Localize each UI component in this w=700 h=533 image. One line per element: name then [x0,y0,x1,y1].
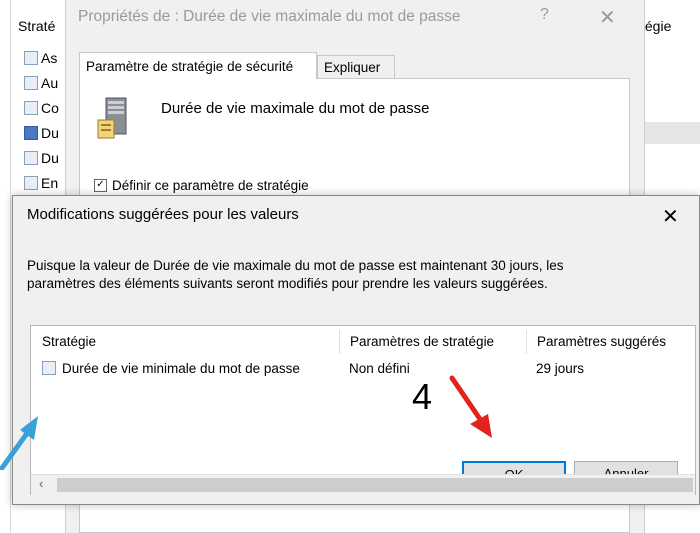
column-header-suggested-setting[interactable]: Paramètres suggérés [526,326,695,356]
policy-icon [24,51,38,65]
message-line: Puisque la valeur de Durée de vie maxima… [27,258,564,273]
background-policy-label: Co [41,100,59,116]
help-button[interactable]: ? [540,6,549,24]
server-icon [97,97,127,139]
policy-icon [24,151,38,165]
background-policy-label: Au [41,75,59,91]
blue-arrow-icon [0,416,38,470]
background-column-header-setting[interactable]: tégie [641,18,671,34]
checkbox-checked-icon: ✓ [94,179,107,192]
tab-explain[interactable]: Expliquer [317,55,395,78]
policy-icon [42,361,56,375]
list-item[interactable]: Durée de vie minimale du mot de passe No… [31,356,695,380]
background-selected-row-highlight [643,122,700,144]
background-column-header-policy[interactable]: Straté [18,18,55,34]
ok-button[interactable]: OK [462,461,566,475]
policy-icon [24,76,38,90]
message-line: paramètres des éléments suivants seront … [27,276,548,291]
tab-security-setting[interactable]: Paramètre de stratégie de sécurité [79,52,317,79]
background-policy-label: En [41,175,59,191]
red-arrow-icon [449,375,492,438]
policy-icon [24,101,38,115]
cancel-button[interactable]: Annuler [574,461,678,475]
suggested-changes-close-button[interactable]: ✕ [662,204,679,229]
scrollbar-thumb[interactable] [57,478,693,492]
policy-heading: Durée de vie maximale du mot de passe [161,100,430,117]
column-header-current-setting[interactable]: Paramètres de stratégie [339,326,526,356]
background-policy-label: Du [41,125,59,141]
horizontal-scrollbar[interactable]: ‹ [31,474,695,495]
background-policy-label: Du [41,150,59,166]
properties-dialog-title: Propriétés de : Durée de vie maximale du… [78,8,461,25]
policy-icon [24,126,38,140]
background-policy-label: As [41,50,58,66]
list-item-policy: Durée de vie minimale du mot de passe [42,356,339,380]
list-header: Stratégie Paramètres de stratégie Paramè… [31,326,695,356]
step-number-annotation: 4 [412,376,433,417]
suggested-changes-title: Modifications suggérées pour les valeurs [27,206,299,223]
list-item-policy-label: Durée de vie minimale du mot de passe [62,360,300,376]
column-header-policy[interactable]: Stratégie [31,326,339,356]
define-policy-checkbox[interactable]: ✓ Définir ce paramètre de stratégie [94,178,309,193]
scroll-left-icon[interactable]: ‹ [39,476,43,491]
define-policy-label: Définir ce paramètre de stratégie [112,178,309,193]
list-item-suggested-setting: 29 jours [536,360,585,376]
properties-close-button[interactable]: ✕ [599,5,616,30]
policy-icon [24,176,38,190]
suggested-changes-message: Puisque la valeur de Durée de vie maxima… [27,257,677,293]
